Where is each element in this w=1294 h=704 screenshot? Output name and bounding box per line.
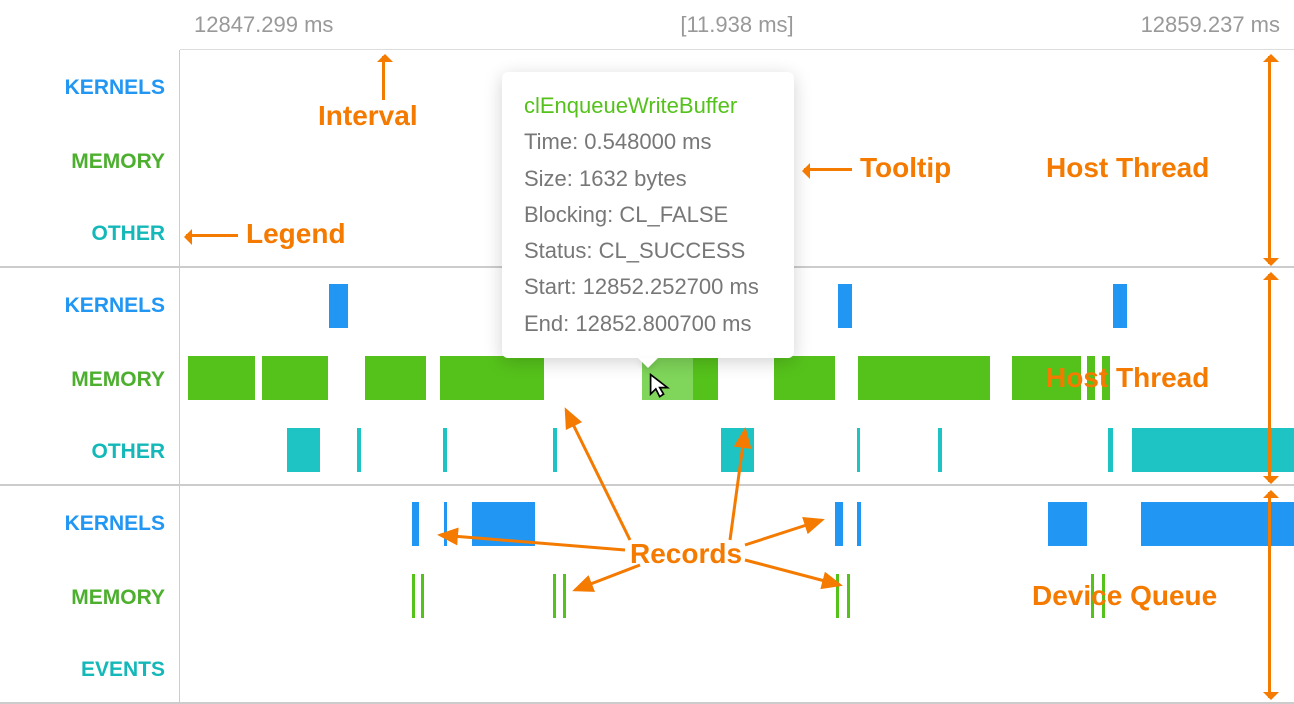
timeline-event[interactable] bbox=[357, 428, 361, 472]
anno-host-thread-2: Host Thread bbox=[1046, 362, 1209, 394]
timeline-event[interactable] bbox=[838, 284, 852, 328]
timeline-event[interactable] bbox=[329, 284, 348, 328]
timeline-event[interactable] bbox=[938, 428, 942, 472]
anno-legend: Legend bbox=[246, 218, 346, 250]
mouse-cursor-icon bbox=[648, 372, 674, 405]
row-label-other: OTHER bbox=[92, 222, 166, 246]
timeline-event[interactable] bbox=[262, 356, 327, 400]
tooltip-line: Size: 1632 bytes bbox=[524, 161, 772, 197]
timeline-event[interactable] bbox=[1048, 502, 1087, 546]
tooltip-line: Blocking: CL_FALSE bbox=[524, 197, 772, 233]
time-start: 12847.299 ms bbox=[194, 12, 333, 38]
row-label-kernels: KERNELS bbox=[65, 512, 165, 536]
time-end: 12859.237 ms bbox=[1141, 12, 1280, 38]
row-label-other: OTHER bbox=[92, 440, 166, 464]
timeline-event[interactable] bbox=[1108, 428, 1114, 472]
timeline-event[interactable] bbox=[1113, 284, 1127, 328]
row-label-memory: MEMORY bbox=[71, 150, 165, 174]
tooltip-line: End: 12852.800700 ms bbox=[524, 306, 772, 342]
arrow-icon bbox=[1268, 56, 1271, 264]
arrow-icon bbox=[186, 234, 238, 237]
time-axis: 12847.299 ms [11.938 ms] 12859.237 ms bbox=[180, 0, 1294, 50]
arrow-icon bbox=[1268, 492, 1271, 698]
time-span: [11.938 ms] bbox=[680, 12, 793, 38]
group-thread-2: Thread #2 KERNELS MEMORY OTHER bbox=[0, 268, 179, 486]
anno-tooltip: Tooltip bbox=[860, 152, 951, 184]
arrow-icon bbox=[1268, 274, 1271, 482]
tooltip-title: clEnqueueWriteBuffer bbox=[524, 88, 772, 124]
timeline-event[interactable] bbox=[188, 356, 255, 400]
anno-host-thread-1: Host Thread bbox=[1046, 152, 1209, 184]
tooltip-line: Start: 12852.252700 ms bbox=[524, 269, 772, 305]
anno-interval: Interval bbox=[318, 100, 418, 132]
arrow-icon bbox=[382, 56, 385, 100]
row-label-kernels: KERNELS bbox=[65, 294, 165, 318]
row-label-memory: MEMORY bbox=[71, 368, 165, 392]
event-tooltip: clEnqueueWriteBuffer Time: 0.548000 ms S… bbox=[502, 72, 794, 358]
anno-device-queue: Device Queue bbox=[1032, 580, 1217, 612]
track-label-column: Thread #1 KERNELS MEMORY OTHER Thread #2… bbox=[0, 50, 180, 704]
anno-records: Records bbox=[630, 538, 742, 570]
group-thread-1: Thread #1 KERNELS MEMORY OTHER bbox=[0, 50, 179, 268]
row-label-events: EVENTS bbox=[81, 658, 165, 682]
tooltip-line: Time: 0.548000 ms bbox=[524, 124, 772, 160]
timeline-event[interactable] bbox=[1141, 502, 1294, 546]
tooltip-line: Status: CL_SUCCESS bbox=[524, 233, 772, 269]
row-label-kernels: KERNELS bbox=[65, 76, 165, 100]
arrow-icon bbox=[804, 168, 852, 171]
timeline-event[interactable] bbox=[287, 428, 320, 472]
row-label-memory: MEMORY bbox=[71, 586, 165, 610]
group-queue-1: Queue #1 KERNELS MEMORY EVENTS bbox=[0, 486, 179, 704]
timeline-chart: 12847.299 ms [11.938 ms] 12859.237 ms Th… bbox=[0, 0, 1294, 704]
